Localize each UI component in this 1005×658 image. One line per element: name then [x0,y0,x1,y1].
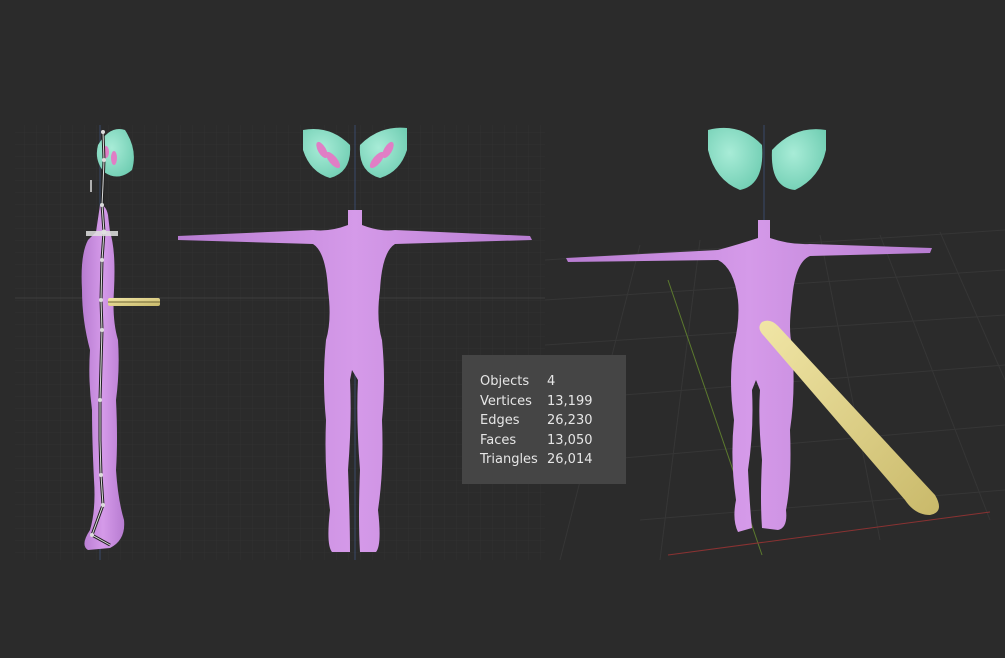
stat-label: Triangles [480,452,538,468]
stat-label: Vertices [480,393,532,409]
stat-row-faces: Faces 13,050 [480,431,626,451]
stat-value: 26,230 [547,413,593,429]
stat-label: Edges [480,413,520,429]
stat-row-objects: Objects 4 [480,372,626,392]
scene-statistics-panel: Objects 4 Vertices 13,199 Edges 26,230 F… [462,355,626,484]
stat-value: 13,050 [547,432,593,448]
stat-value: 13,199 [547,393,593,409]
viewport-scene[interactable] [0,0,1005,658]
stat-label: Faces [480,432,517,448]
stat-value: 4 [547,374,556,389]
3d-viewport[interactable]: Objects 4 Vertices 13,199 Edges 26,230 F… [0,0,1005,658]
stat-row-vertices: Vertices 13,199 [480,392,626,412]
ear-right-persp[interactable] [771,129,826,190]
stat-value: 26,014 [547,452,593,468]
ear-left-persp[interactable] [708,127,763,190]
stat-row-edges: Edges 26,230 [480,411,626,431]
stat-row-triangles: Triangles 26,014 [480,450,626,470]
stat-label: Objects [480,374,530,389]
